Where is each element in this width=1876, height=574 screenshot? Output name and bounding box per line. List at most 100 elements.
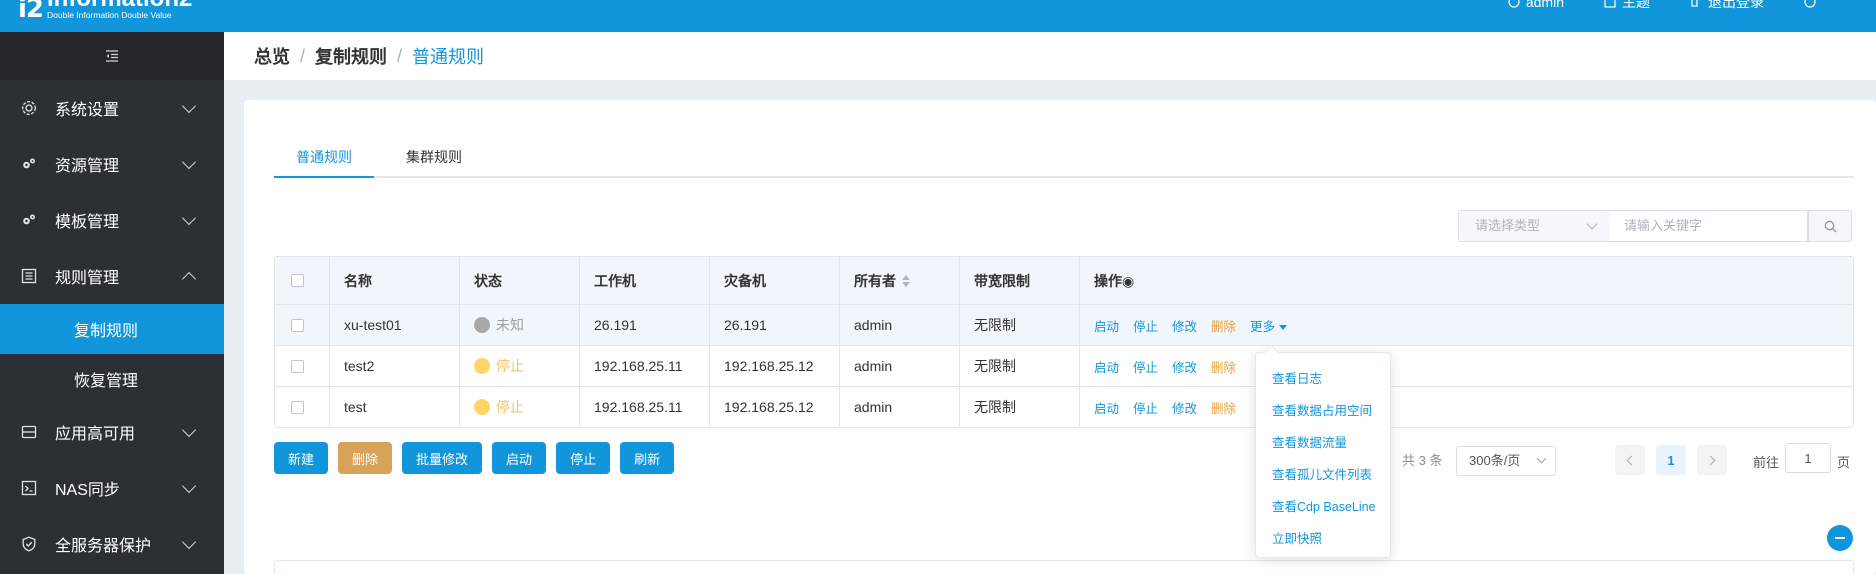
page-suffix: 页 [1837, 455, 1851, 470]
delete-link[interactable]: 删除 [1211, 398, 1236, 417]
user-menu[interactable]: admin [1508, 0, 1564, 12]
keyword-search-input[interactable]: 请输入关键字 [1610, 210, 1808, 242]
keyword-placeholder: 请输入关键字 [1624, 218, 1703, 233]
chevron-down-icon [181, 478, 197, 494]
menu-item-snapshot-now[interactable]: 立即快照 [1256, 523, 1390, 555]
edit-link[interactable]: 修改 [1172, 398, 1197, 417]
delete-button[interactable]: 删除 [338, 442, 393, 474]
sidebar-item-template-management[interactable]: 模板管理 [0, 192, 224, 248]
breadcrumb-overview[interactable]: 总览 [254, 43, 290, 69]
sidebar-collapse-button[interactable] [0, 32, 224, 80]
status-dot-icon [474, 399, 490, 415]
cell-backup-machine: 192.168.25.12 [710, 387, 840, 427]
theme-label: 主题 [1622, 0, 1650, 10]
action-buttons: 新建 删除 批量修改 启动 停止 刷新 [274, 442, 675, 474]
row-checkbox[interactable] [291, 359, 304, 373]
page-jumper: 前往 1 页 [1753, 443, 1851, 473]
edit-link[interactable]: 修改 [1172, 316, 1197, 335]
table-row: test 停止 192.168.25.11 192.168.25.12 admi… [275, 386, 1853, 427]
tab-normal-rules[interactable]: 普通规则 [274, 140, 374, 178]
sort-icon[interactable] [902, 274, 910, 287]
prev-page-button[interactable] [1615, 445, 1645, 475]
gear-icon [20, 99, 38, 117]
chevron-down-icon [1536, 453, 1547, 464]
new-button[interactable]: 新建 [274, 442, 329, 474]
cell-bandwidth: 无限制 [960, 305, 1080, 345]
logo: i2 Information2 Double Information Doubl… [18, 0, 192, 22]
gears-icon [20, 211, 38, 229]
username: admin [1525, 0, 1564, 10]
chevron-right-icon [1705, 455, 1716, 465]
column-header-owner-label: 所有者 [854, 272, 896, 289]
chevron-up-icon [181, 271, 197, 287]
sidebar-item-rule-management[interactable]: 规则管理 [0, 248, 224, 304]
column-header-actions: 操作◉ [1094, 272, 1135, 289]
more-dropdown-trigger[interactable]: 更多 [1250, 316, 1288, 335]
sidebar-item-label: 资源管理 [55, 158, 120, 175]
tab-cluster-rules[interactable]: 集群规则 [374, 140, 494, 178]
help-button[interactable] [1804, 0, 1816, 12]
menu-item-view-orphan-files[interactable]: 查看孤儿文件列表 [1256, 459, 1390, 491]
logo-mark: i2 [18, 0, 44, 24]
search-button[interactable] [1808, 210, 1852, 242]
gears-icon [20, 155, 38, 173]
more-label: 更多 [1250, 319, 1276, 334]
sidebar-item-label: 模板管理 [55, 214, 120, 231]
edit-link[interactable]: 修改 [1172, 357, 1197, 376]
theme-button[interactable]: 主题 [1604, 0, 1650, 12]
menu-item-view-log[interactable]: 查看日志 [1256, 363, 1390, 395]
stop-link[interactable]: 停止 [1133, 316, 1158, 335]
sidebar-item-resource-management[interactable]: 资源管理 [0, 136, 224, 192]
column-header-name: 名称 [330, 257, 460, 304]
sidebar-item-label: 应用高可用 [55, 426, 136, 443]
status-label: 停止 [496, 358, 524, 374]
column-header-owner[interactable]: 所有者 [840, 257, 960, 304]
table-header-row: 名称 状态 工作机 灾备机 所有者 带宽限制 操作◉ [275, 257, 1853, 304]
select-all-checkbox[interactable] [291, 274, 304, 287]
delete-link[interactable]: 删除 [1211, 316, 1236, 335]
stop-button[interactable]: 停止 [556, 442, 611, 474]
status-dot-icon [474, 317, 490, 333]
page-number-current[interactable]: 1 [1656, 445, 1686, 475]
logout-button[interactable]: 退出登录 [1690, 0, 1764, 12]
breadcrumb-separator: / [300, 45, 306, 66]
chevron-down-icon [181, 154, 197, 170]
menu-item-view-data-traffic[interactable]: 查看数据流量 [1256, 427, 1390, 459]
breadcrumb-replication-rules[interactable]: 复制规则 [315, 43, 387, 69]
menu-item-view-data-space[interactable]: 查看数据占用空间 [1256, 395, 1390, 427]
type-select-placeholder: 请选择类型 [1475, 218, 1541, 233]
minus-icon [1835, 537, 1845, 539]
page-size-select[interactable]: 300条/页 [1456, 446, 1556, 476]
start-button[interactable]: 启动 [492, 442, 547, 474]
cell-owner: admin [840, 305, 960, 345]
sidebar-item-nas-sync[interactable]: NAS同步 [0, 460, 224, 516]
stop-link[interactable]: 停止 [1133, 357, 1158, 376]
sidebar-item-full-server-protection[interactable]: 全服务器保护 [0, 516, 224, 572]
row-checkbox[interactable] [291, 318, 304, 332]
type-select[interactable]: 请选择类型 [1458, 210, 1611, 242]
batch-edit-button[interactable]: 批量修改 [402, 442, 483, 474]
status-badge: 未知 [474, 315, 524, 335]
delete-link[interactable]: 删除 [1211, 357, 1236, 376]
next-page-button[interactable] [1697, 445, 1727, 475]
goto-page-input[interactable]: 1 [1785, 443, 1832, 473]
sidebar-item-system-settings[interactable]: 系统设置 [0, 80, 224, 136]
table-row: test2 停止 192.168.25.11 192.168.25.12 adm… [275, 345, 1853, 386]
sidebar-item-label: 规则管理 [55, 270, 120, 287]
sidebar-subitem-recovery-management[interactable]: 恢复管理 [0, 354, 224, 404]
sync-icon [20, 479, 38, 497]
start-link[interactable]: 启动 [1094, 398, 1119, 417]
stop-link[interactable]: 停止 [1133, 398, 1158, 417]
start-link[interactable]: 启动 [1094, 316, 1119, 335]
refresh-button[interactable]: 刷新 [620, 442, 675, 474]
row-checkbox[interactable] [291, 400, 304, 414]
sidebar-item-high-availability[interactable]: 应用高可用 [0, 404, 224, 460]
cell-name: test [330, 387, 460, 427]
collapse-panel-button[interactable] [1827, 525, 1853, 551]
start-link[interactable]: 启动 [1094, 357, 1119, 376]
shield-icon [20, 535, 38, 553]
menu-item-view-cdp-baseline[interactable]: 查看Cdp BaseLine [1256, 491, 1390, 523]
goto-label: 前往 [1753, 455, 1780, 470]
sidebar-subitem-replication-rules[interactable]: 复制规则 [0, 304, 224, 354]
sidebar-subitem-label: 复制规则 [74, 323, 139, 340]
